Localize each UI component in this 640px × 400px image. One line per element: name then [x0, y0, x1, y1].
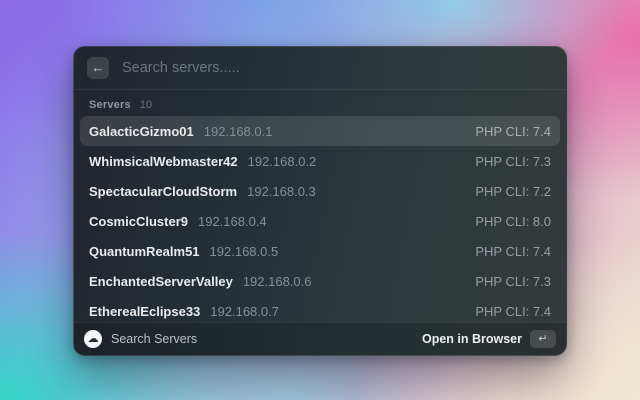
server-name: EnchantedServerValley — [89, 273, 233, 289]
server-row[interactable]: EnchantedServerValley 192.168.0.6 PHP CLI:… — [80, 266, 560, 296]
search-input[interactable] — [120, 59, 553, 77]
server-row[interactable]: WhimsicalWebmaster42 192.168.0.2 PHP CLI: … — [80, 146, 560, 176]
server-php-version: PHP CLI: 7.4 — [475, 123, 551, 139]
server-name: WhimsicalWebmaster42 — [89, 153, 238, 169]
server-name: EtherealEclipse33 — [89, 303, 201, 319]
return-key-icon: ↵ — [530, 330, 556, 348]
server-ip: 192.168.0.2 — [247, 153, 317, 169]
server-php-version: PHP CLI: 7.4 — [475, 303, 551, 319]
open-in-browser-action[interactable]: Open in Browser ↵ — [422, 330, 556, 348]
server-name: SpectacularCloudStorm — [89, 183, 238, 199]
server-ip: 192.168.0.3 — [247, 183, 316, 199]
server-row[interactable]: QuantumRealm51 192.168.0.5 PHP CLI: 7.4 — [80, 236, 560, 266]
server-ip: 192.168.0.7 — [210, 303, 279, 319]
server-row[interactable]: SpectacularCloudStorm 192.168.0.3 PHP CLI:… — [80, 176, 560, 206]
section-title: Servers — [89, 99, 131, 111]
cloud-app-icon: ☁ — [84, 330, 102, 348]
server-php-version: PHP CLI: 8.0 — [475, 213, 551, 229]
server-php-version: PHP CLI: 7.2 — [475, 183, 551, 199]
server-name: CosmicCluster9 — [89, 213, 188, 229]
server-php-version: PHP CLI: 7.4 — [475, 243, 551, 259]
desktop-background: ← Servers 10 GalacticGizmo01 192.168.0.1 P… — [0, 0, 640, 400]
search-bar: ← — [74, 47, 566, 90]
back-button[interactable]: ← — [87, 57, 109, 79]
command-palette-window: ← Servers 10 GalacticGizmo01 192.168.0.1 P… — [73, 46, 567, 356]
server-row[interactable]: GalacticGizmo01 192.168.0.1 PHP CLI: 7.4 — [80, 116, 560, 146]
server-list: GalacticGizmo01 192.168.0.1 PHP CLI: 7.4 Wh… — [74, 116, 566, 322]
section-header: Servers 10 — [74, 90, 566, 116]
server-ip: 192.168.0.6 — [242, 273, 312, 289]
server-php-version: PHP CLI: 7.3 — [475, 153, 551, 169]
open-in-browser-label: Open in Browser — [421, 332, 522, 346]
footer-bar: ☁ Search Servers Open in Browser ↵ — [74, 322, 566, 355]
server-name: GalacticGizmo01 — [89, 123, 194, 139]
server-name: QuantumRealm51 — [89, 243, 200, 259]
server-row[interactable]: EtherealEclipse33 192.168.0.7 PHP CLI: 7.4 — [80, 296, 560, 322]
section-count: 10 — [139, 99, 153, 111]
server-ip: 192.168.0.4 — [197, 213, 267, 229]
server-ip: 192.168.0.1 — [203, 123, 273, 139]
server-ip: 192.168.0.5 — [209, 243, 279, 259]
server-row[interactable]: CosmicCluster9 192.168.0.4 PHP CLI: 8.0 — [80, 206, 560, 236]
footer-app-label: Search Servers — [111, 332, 198, 346]
server-php-version: PHP CLI: 7.3 — [475, 273, 551, 289]
